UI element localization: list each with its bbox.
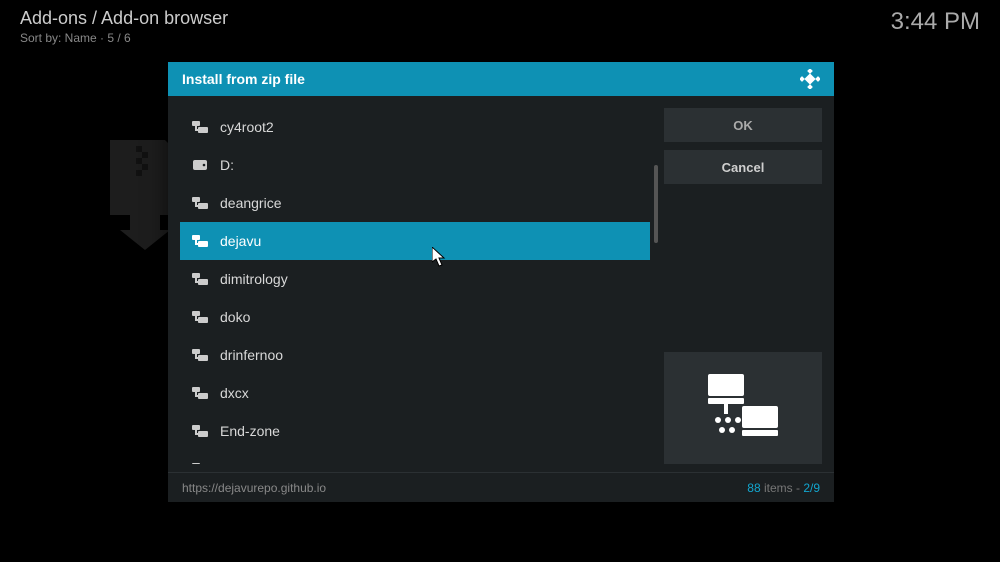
preview-pane <box>664 352 822 464</box>
list-item[interactable]: dxcx <box>180 374 650 412</box>
drive-icon <box>192 157 208 173</box>
list-item-label: entersandman <box>220 461 310 464</box>
sort-indicator: Sort by: Name · 5 / 6 <box>20 31 228 45</box>
list-item[interactable]: deangrice <box>180 184 650 222</box>
list-item[interactable]: dejavu <box>180 222 650 260</box>
net-folder-icon <box>192 461 208 464</box>
list-item[interactable]: dimitrology <box>180 260 650 298</box>
list-item-label: D: <box>220 157 234 173</box>
footer-pager: 88 items - 2/9 <box>747 481 820 495</box>
list-item-label: cy4root2 <box>220 119 274 135</box>
list-item-label: End-zone <box>220 423 280 439</box>
net-folder-icon <box>192 119 208 135</box>
clock: 3:44 PM <box>891 8 980 36</box>
install-from-zip-dialog: Install from zip file cy4root2 D: deangric… <box>168 62 834 502</box>
dialog-title: Install from zip file <box>182 71 305 87</box>
list-item-label: drinfernoo <box>220 347 283 363</box>
list-item[interactable]: doko <box>180 298 650 336</box>
net-folder-icon <box>192 271 208 287</box>
net-folder-icon <box>192 423 208 439</box>
file-list[interactable]: cy4root2 D: deangrice dejavu dimitrology doko… <box>180 108 650 464</box>
list-item-label: doko <box>220 309 250 325</box>
list-item-label: deangrice <box>220 195 282 211</box>
list-item[interactable]: End-zone <box>180 412 650 450</box>
net-folder-icon <box>192 385 208 401</box>
list-item-label: dxcx <box>220 385 249 401</box>
footer-path: https://dejavurepo.github.io <box>182 481 326 495</box>
list-item-label: dejavu <box>220 233 261 249</box>
list-item[interactable]: D: <box>180 146 650 184</box>
list-item[interactable]: cy4root2 <box>180 108 650 146</box>
cancel-button[interactable]: Cancel <box>664 150 822 184</box>
ok-button[interactable]: OK <box>664 108 822 142</box>
scrollbar-thumb[interactable] <box>654 165 658 243</box>
list-item[interactable]: drinfernoo <box>180 336 650 374</box>
footer-count: 88 <box>747 481 760 495</box>
footer-page: 2/9 <box>803 481 820 495</box>
net-folder-icon <box>192 233 208 249</box>
net-folder-icon <box>192 347 208 363</box>
network-share-icon <box>698 370 788 446</box>
dialog-titlebar: Install from zip file <box>168 62 834 96</box>
kodi-logo-icon <box>800 69 820 89</box>
list-item-label: dimitrology <box>220 271 288 287</box>
net-folder-icon <box>192 309 208 325</box>
breadcrumb: Add-ons / Add-on browser <box>20 8 228 29</box>
net-folder-icon <box>192 195 208 211</box>
footer-items-word: items - <box>761 481 804 495</box>
scrollbar[interactable] <box>654 108 658 464</box>
list-item[interactable]: entersandman <box>180 450 650 464</box>
